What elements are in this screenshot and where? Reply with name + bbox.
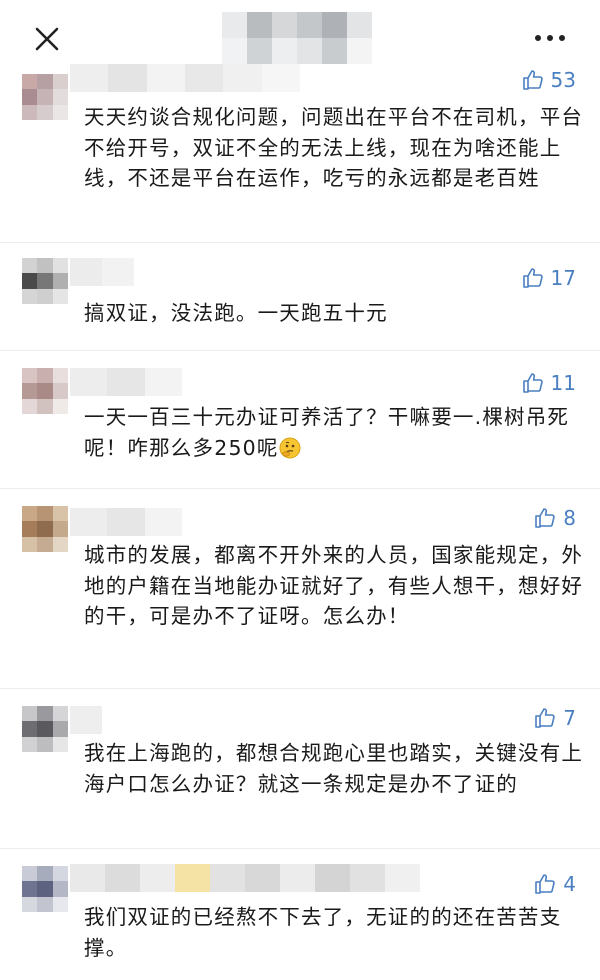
comment-text: 一天一百三十元办证可养活了？干嘛要一.棵树吊死呢！咋那么多250呢	[84, 402, 584, 463]
like-count: 17	[550, 266, 576, 290]
blurred-title	[222, 12, 372, 64]
like-button[interactable]: 53	[521, 68, 576, 92]
username-blurred[interactable]	[70, 864, 420, 892]
avatar[interactable]	[22, 706, 68, 752]
more-button[interactable]	[528, 26, 572, 50]
close-icon	[35, 27, 59, 51]
like-count: 53	[550, 68, 576, 92]
username-blurred[interactable]	[70, 368, 182, 396]
comment-text: 我在上海跑的，都想合规跑心里也踏实，关键没有上海户口怎么办证？就这一条规定是办不…	[84, 741, 584, 796]
close-button[interactable]	[30, 22, 64, 56]
thumbs-up-icon	[522, 70, 543, 90]
divider	[0, 350, 600, 351]
like-count: 8	[563, 506, 576, 530]
avatar[interactable]	[22, 506, 68, 552]
like-button[interactable]: 17	[521, 266, 576, 290]
username-blurred[interactable]	[70, 64, 300, 92]
avatar[interactable]	[22, 258, 68, 304]
thumbs-up-icon	[535, 874, 556, 894]
divider	[0, 848, 600, 849]
thumbs-up-icon	[522, 373, 543, 393]
thumbs-up-icon	[535, 508, 556, 528]
like-button[interactable]: 11	[521, 371, 576, 395]
more-horizontal-icon	[535, 35, 565, 41]
like-count: 4	[563, 872, 576, 896]
username-blurred[interactable]	[70, 258, 134, 286]
thinking-face-emoji	[279, 437, 301, 458]
like-button[interactable]: 7	[533, 706, 576, 730]
divider	[0, 488, 600, 489]
comment-text-body: 一天一百三十元办证可养活了？干嘛要一.棵树吊死呢！咋那么多250呢	[84, 405, 570, 460]
avatar[interactable]	[22, 368, 68, 414]
comment-text: 城市的发展，都离不开外来的人员，国家能规定，外地的户籍在当地能办证就好了，有些人…	[84, 543, 584, 628]
comment-text: 天天约谈合规化问题，问题出在平台不在司机，平台不给开号，双证不全的无法上线，现在…	[84, 105, 584, 190]
username-blurred[interactable]	[70, 508, 182, 536]
like-button[interactable]: 4	[533, 872, 576, 896]
comment-text: 我们双证的已经熬不下去了，无证的的还在苦苦支撑。	[84, 905, 562, 960]
like-count: 11	[550, 371, 576, 395]
avatar[interactable]	[22, 866, 68, 912]
username-blurred[interactable]	[70, 706, 102, 734]
avatar[interactable]	[22, 74, 68, 120]
thumbs-up-icon	[535, 708, 556, 728]
divider	[0, 688, 600, 689]
like-button[interactable]: 8	[533, 506, 576, 530]
comment-text: 搞双证，没法跑。一天跑五十元	[84, 301, 388, 325]
like-count: 7	[563, 706, 576, 730]
thumbs-up-icon	[522, 268, 543, 288]
divider	[0, 242, 600, 243]
